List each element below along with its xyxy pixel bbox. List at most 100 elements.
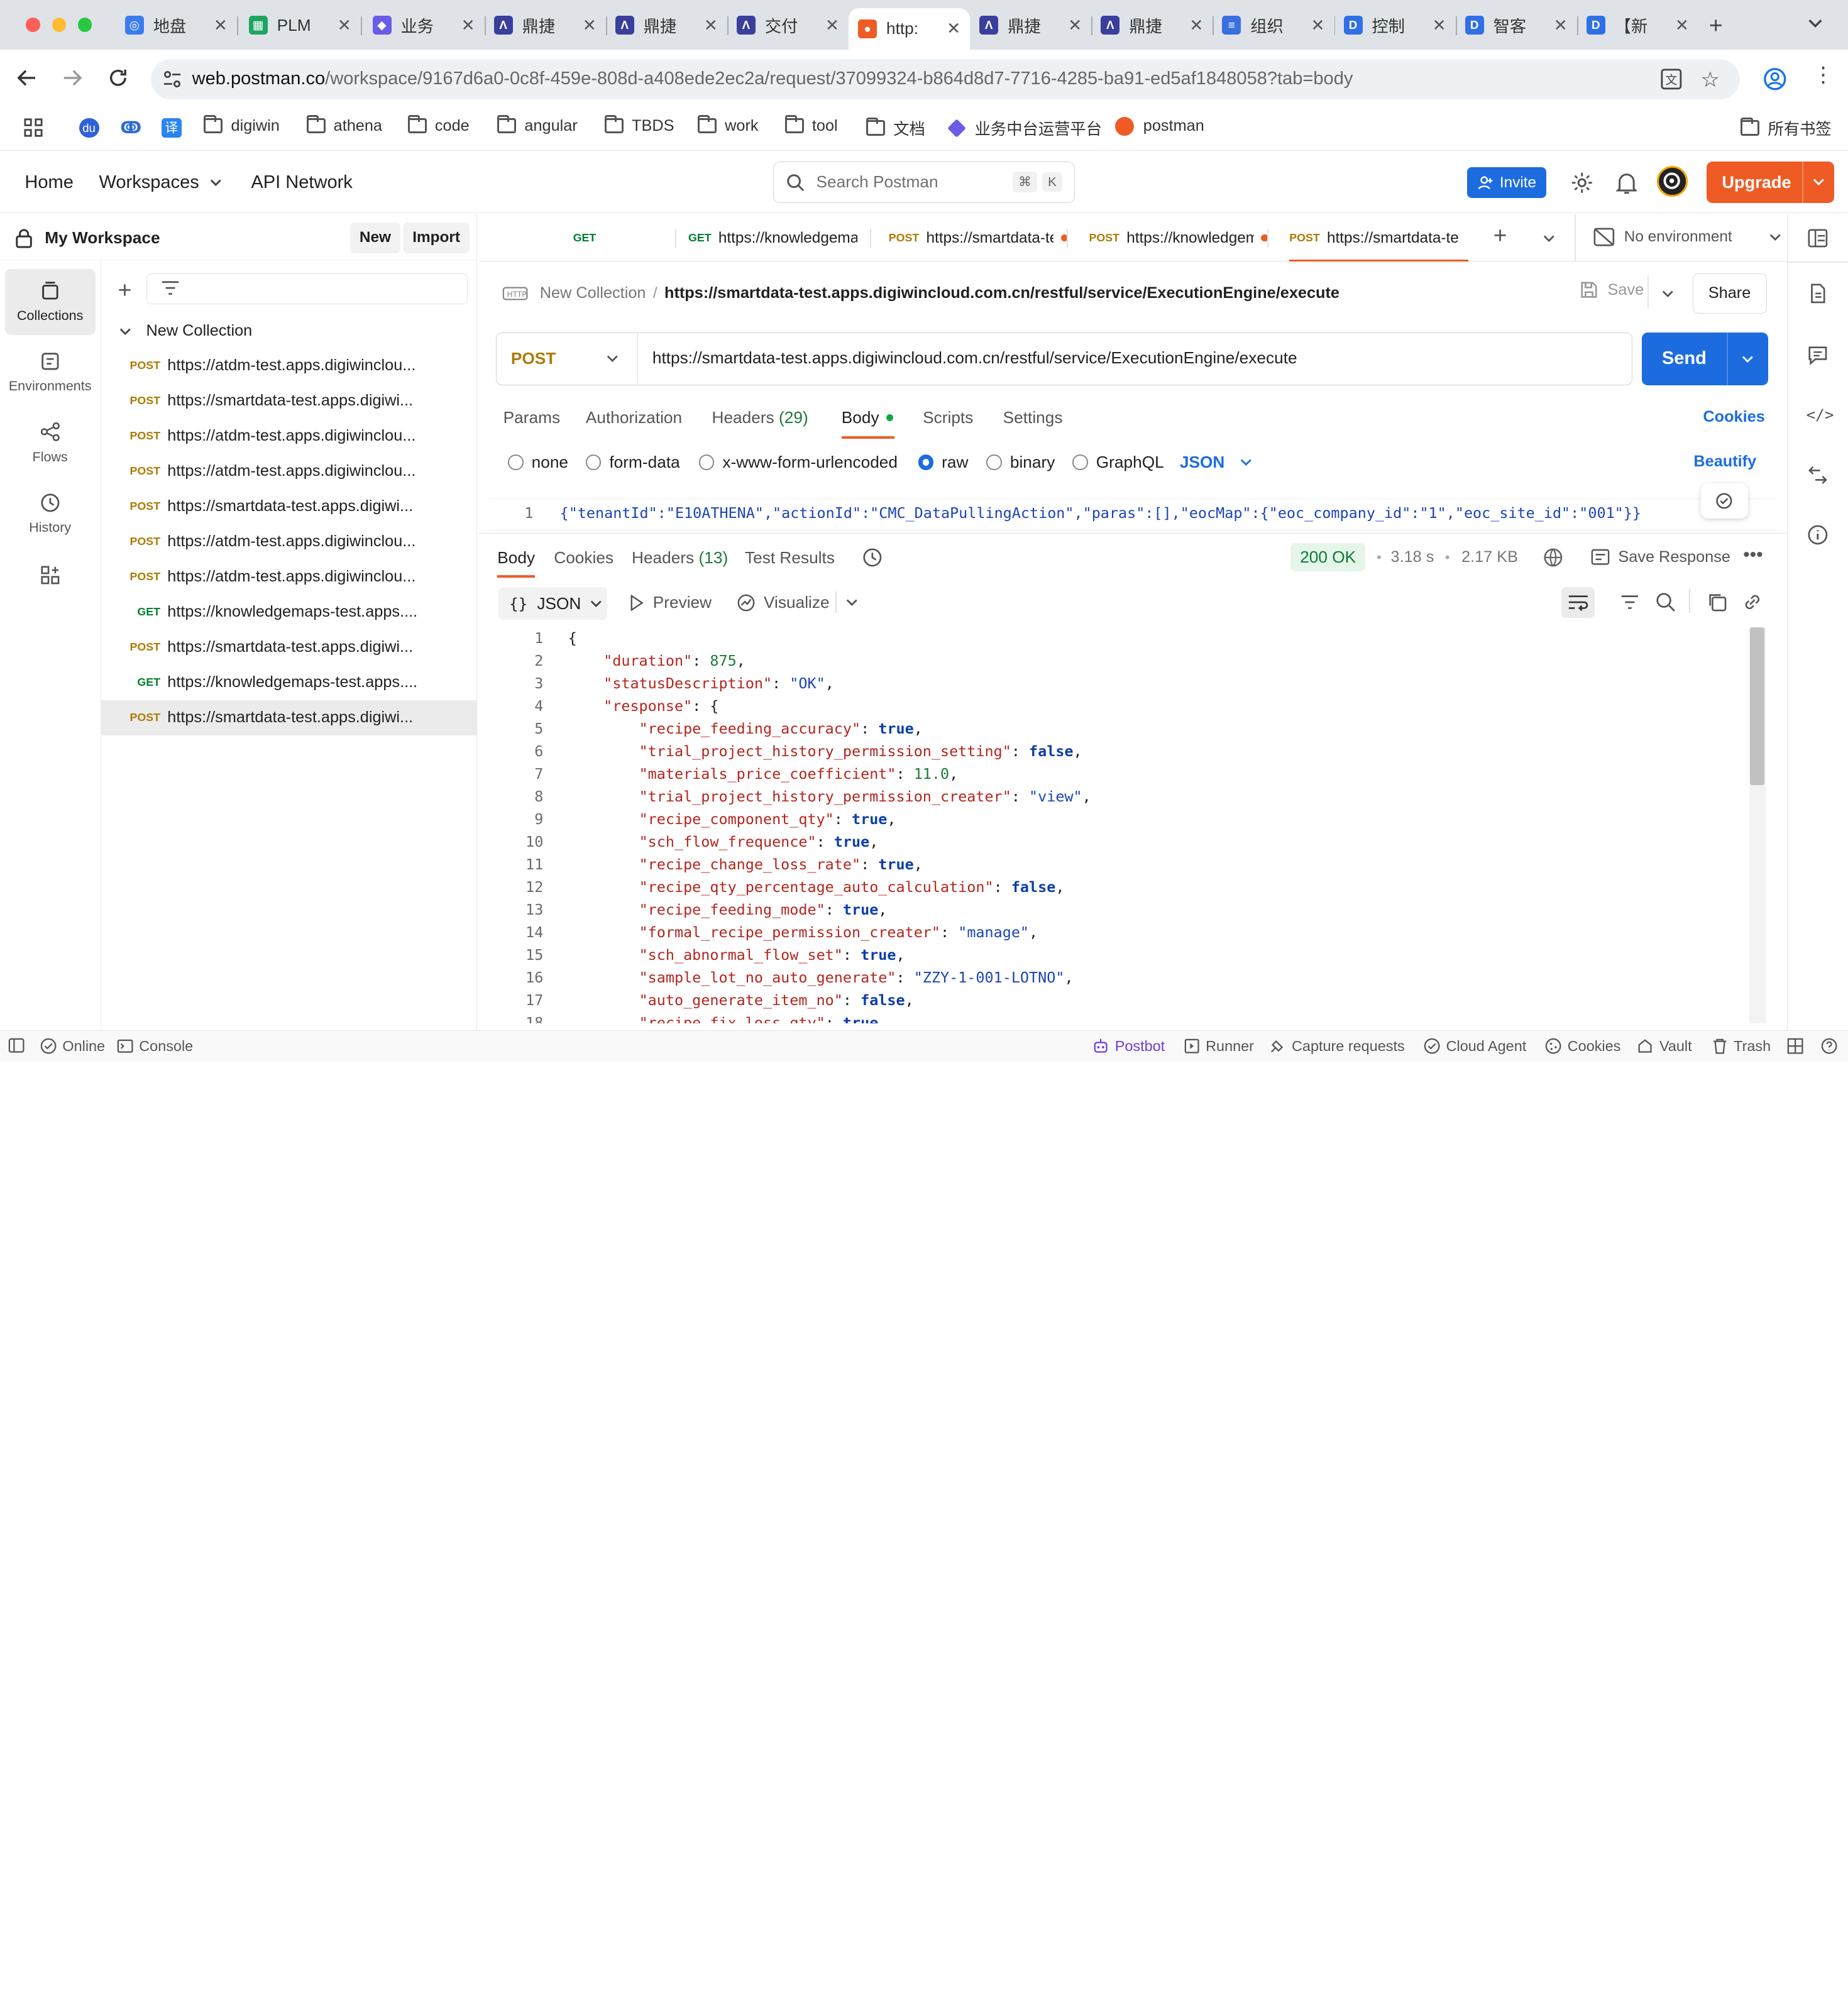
response-history-icon[interactable] [862,547,883,568]
browser-tab[interactable]: Λ鼎捷✕ [1091,8,1213,42]
sidebar-request-item[interactable]: POSThttps://smartdata-test.apps.digiwi..… [101,488,476,524]
vault-button[interactable]: Vault [1637,1038,1691,1055]
collection-folder[interactable]: New Collection [118,319,253,343]
tab-settings[interactable]: Settings [1003,408,1063,427]
bookmark-item[interactable]: code [408,117,470,135]
tab-scripts[interactable]: Scripts [923,408,973,427]
new-tab-icon[interactable]: + [1709,12,1723,39]
close-window-button[interactable] [26,18,40,32]
request-body-editor[interactable]: 1 {"tenantId":"E10ATHENA","actionId":"CM… [489,498,1777,531]
api-network-link[interactable]: API Network [251,172,352,193]
console-button[interactable]: Console [117,1038,194,1055]
filter-input[interactable] [146,273,468,304]
sidebar-request-item[interactable]: POSThttps://atdm-test.apps.digiwinclou..… [101,559,476,595]
response-body[interactable]: 1{2 "duration": 875,3 "statusDescription… [478,627,1747,1023]
request-tab[interactable]: POSThttps://smartdata-te [1289,214,1468,261]
maximize-window-button[interactable] [78,18,92,32]
network-globe-icon[interactable] [1543,547,1564,568]
close-tab-icon[interactable]: ✕ [1189,16,1203,35]
add-collection-icon[interactable]: + [118,278,132,302]
apps-grid-icon[interactable] [24,118,43,137]
body-type-radio[interactable]: binary [986,453,1055,472]
rail-environments[interactable]: Environments [5,339,96,405]
request-body-text[interactable]: {"tenantId":"E10ATHENA","actionId":"CMC_… [560,504,1641,522]
code-snippet-icon[interactable]: </> [1807,405,1834,424]
browser-tab[interactable]: Λ鼎捷✕ [485,8,606,42]
bookmark-item[interactable]: work [698,117,759,135]
close-tab-icon[interactable]: ✕ [461,16,475,35]
request-tab[interactable]: POSThttps://smartdata-te [889,214,1068,261]
browser-tab[interactable]: ◎地盘✕ [116,8,237,42]
minimize-window-button[interactable] [52,18,67,32]
body-type-radio[interactable]: GraphQL [1072,453,1163,472]
notifications-bell-icon[interactable] [1616,171,1637,195]
environment-selector[interactable]: No environment [1593,228,1782,246]
help-icon[interactable] [1821,1038,1837,1054]
status-badge[interactable]: 200 OK [1290,543,1365,571]
breadcrumb-collection[interactable]: New Collection [540,284,646,302]
settings-gear-icon[interactable] [1570,171,1594,195]
sidebar-request-item[interactable]: POSThttps://atdm-test.apps.digiwinclou..… [101,453,476,488]
sidebar-request-item[interactable]: GEThttps://knowledgemaps-test.apps.... [101,665,476,700]
new-request-tab-icon[interactable]: + [1493,224,1507,248]
response-tab-body[interactable]: Body [497,548,535,568]
body-type-radio[interactable]: none [508,453,568,472]
rail-flows[interactable]: Flows [5,410,96,476]
browser-tab[interactable]: Λ鼎捷✕ [970,8,1091,42]
radio-circle[interactable] [699,454,714,470]
browser-tab[interactable]: ◆业务✕ [363,8,485,42]
runner-button[interactable]: Runner [1184,1038,1254,1055]
tab-body[interactable]: Body [842,408,893,427]
sidebar-request-item[interactable]: POSThttps://smartdata-test.apps.digiwi..… [101,700,476,735]
site-info-icon[interactable] [163,70,182,89]
new-button[interactable]: New [350,223,400,253]
baidu-icon[interactable]: du [79,118,99,138]
response-tab-test-results[interactable]: Test Results [745,548,835,568]
preview-button[interactable]: Preview [629,593,712,612]
sidebar-request-item[interactable]: POSThttps://smartdata-test.apps.digiwi..… [101,383,476,418]
browser-tab[interactable]: ●http:✕ [849,8,970,50]
profile-icon[interactable] [1763,67,1787,91]
home-link[interactable]: Home [25,172,73,193]
close-tab-icon[interactable]: ✕ [1433,16,1446,35]
sidebar-request-item[interactable]: POSThttps://smartdata-test.apps.digiwi..… [101,630,476,665]
bookmark-item[interactable]: TBDS [605,117,674,135]
rail-history[interactable]: History [5,481,96,547]
browser-tab[interactable]: ▦PLM✕ [239,8,361,42]
request-tab[interactable]: GEThttps://knowledgemap [688,214,871,261]
copy-icon[interactable] [1707,592,1728,613]
browser-tab[interactable]: Λ鼎捷✕ [606,8,727,42]
more-options-icon[interactable]: ••• [1743,544,1763,566]
url-input[interactable]: https://smartdata-test.apps.digiwincloud… [652,348,1297,368]
browser-tab[interactable]: Λ交付✕ [727,8,849,42]
workbench-icon[interactable] [1807,228,1829,249]
import-button[interactable]: Import [403,223,470,253]
response-format-select[interactable]: {} JSON [498,587,607,620]
method-select[interactable]: POST [497,333,638,384]
close-tab-icon[interactable]: ✕ [947,19,960,38]
body-type-radio[interactable]: raw [918,453,969,472]
layout-grid-icon[interactable] [1787,1038,1803,1054]
response-tab-cookies[interactable]: Cookies [554,548,613,568]
browser-tab[interactable]: ≡组织✕ [1213,8,1334,42]
tab-authorization[interactable]: Authorization [586,408,682,427]
online-status[interactable]: Online [40,1038,105,1055]
request-tab[interactable]: POSThttps://knowledgem [1089,214,1268,261]
tab-overflow-icon[interactable] [1542,231,1556,246]
close-tab-icon[interactable]: ✕ [1068,16,1082,35]
swirl-logo-icon[interactable]: ↂ [120,118,140,138]
tab-params[interactable]: Params [503,408,560,427]
capture-requests-button[interactable]: Capture requests [1269,1038,1404,1055]
postbot-button[interactable]: Postbot [1092,1038,1165,1055]
close-tab-icon[interactable]: ✕ [1554,16,1568,35]
radio-circle[interactable] [508,454,523,470]
sidebar-request-item[interactable]: POSThttps://atdm-test.apps.digiwinclou..… [101,524,476,559]
translate-icon[interactable]: 文 [1661,69,1682,90]
radio-circle[interactable] [1072,454,1087,470]
documentation-icon[interactable] [1807,283,1829,304]
url-field[interactable]: web.postman.co/workspace/9167d6a0-0c8f-4… [151,59,1740,99]
workspaces-menu[interactable]: Workspaces [99,172,223,193]
user-avatar[interactable] [1657,166,1688,197]
close-tab-icon[interactable]: ✕ [825,16,839,35]
radio-circle[interactable] [586,454,601,470]
